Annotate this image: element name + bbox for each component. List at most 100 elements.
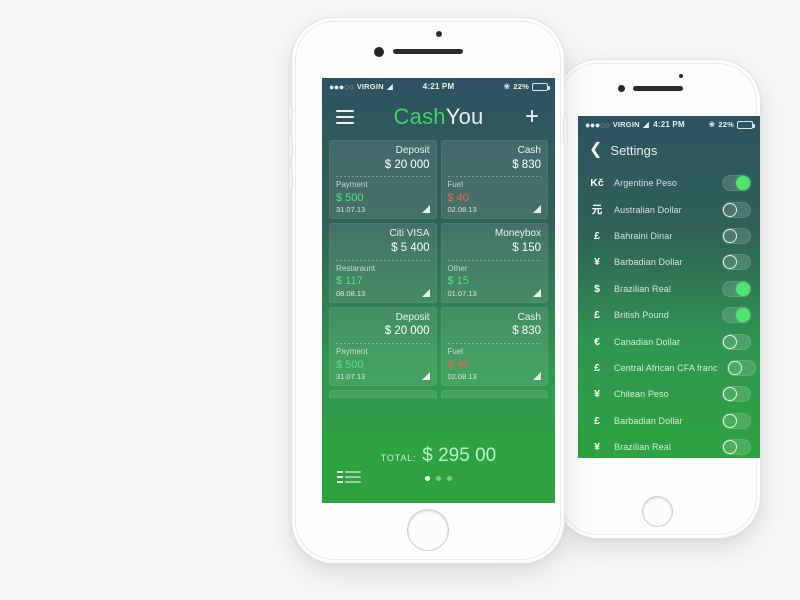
card-date: 08.08.13 xyxy=(336,288,366,298)
card-balance: $ 5 400 xyxy=(391,241,430,254)
card-amount: $ 40 xyxy=(447,358,469,371)
account-card[interactable]: Cash $ 830 Fuel $ 40 02.08.13 xyxy=(440,306,548,387)
currency-toggle[interactable] xyxy=(722,280,751,297)
currency-symbol-icon: £ xyxy=(594,309,600,322)
front-camera xyxy=(618,85,625,92)
account-card[interactable]: Citi VISA $ 5 400 Restaraunt $ 117 08.08.13 xyxy=(329,223,437,303)
currency-symbol-icon: £ xyxy=(594,361,600,374)
currency-name: Barbadian Dollar xyxy=(614,257,683,268)
fold-corner-icon[interactable] xyxy=(533,288,541,297)
currency-row[interactable]: $ Brazilian Real xyxy=(578,276,760,302)
app-title-cash: Cash xyxy=(393,104,446,129)
account-card[interactable]: Moneybox $ 150 Other $ 15 01.07.13 xyxy=(440,223,548,303)
card-divider xyxy=(336,343,430,345)
currency-row[interactable]: £ British Pound xyxy=(578,302,760,328)
currency-toggle[interactable] xyxy=(726,359,756,376)
total-line: TOTAL: $ 295 00 xyxy=(322,431,555,467)
clock-label: 4:21 PM xyxy=(653,120,685,129)
power-button[interactable] xyxy=(564,118,567,144)
hamburger-menu-icon[interactable] xyxy=(336,110,354,124)
card-category: Fuel xyxy=(447,180,464,190)
currency-row[interactable]: £ Central African CFA franc xyxy=(578,355,760,381)
card-amount: $ 40 xyxy=(447,191,469,204)
home-button[interactable] xyxy=(407,509,449,551)
currency-symbol-icon: £ xyxy=(594,414,600,427)
account-card[interactable]: Deposit $ 20 000 Payment $ 500 31.07.13 xyxy=(329,140,437,220)
currency-symbol-icon: £ xyxy=(594,229,600,242)
page-dot[interactable] xyxy=(436,476,441,481)
plus-icon[interactable]: + xyxy=(523,105,541,129)
currency-toggle[interactable] xyxy=(722,175,751,192)
card-category: Other xyxy=(447,263,468,273)
currency-toggle[interactable] xyxy=(722,307,751,324)
signal-strength-icon: ●●●○○ xyxy=(585,119,610,130)
fold-corner-icon[interactable] xyxy=(421,205,430,214)
account-card-clipped[interactable] xyxy=(440,390,548,399)
currency-toggle[interactable] xyxy=(722,201,751,218)
currency-toggle[interactable] xyxy=(722,227,751,244)
currency-row[interactable]: € Canadian Dollar xyxy=(578,328,760,354)
mute-switch[interactable] xyxy=(289,106,292,120)
fold-corner-icon[interactable] xyxy=(533,205,541,214)
currency-row[interactable]: Kč Argentine Peso xyxy=(578,170,760,196)
card-account-name: Cash xyxy=(517,311,541,323)
earpiece-speaker xyxy=(393,49,463,54)
mockup-stage: ●●●○○ VIRGIN ◢ 4:21 PM ❀ 22% ❮ Settings … xyxy=(0,0,800,600)
currency-toggle[interactable] xyxy=(722,412,751,429)
app-screen-accounts: ●●●○○ VIRGIN ◢ 4:21 PM ❀ 22% CashYou + D… xyxy=(322,78,555,503)
app-title-you: You xyxy=(445,104,484,129)
account-card-clipped[interactable] xyxy=(329,390,437,399)
card-footer: 02.08.13 xyxy=(448,372,541,381)
page-dot[interactable] xyxy=(425,476,430,481)
currency-row[interactable]: ¥ Brazilian Real xyxy=(578,434,760,458)
currency-toggle[interactable] xyxy=(722,386,751,403)
currency-row[interactable]: £ Barbadian Dollar xyxy=(578,408,760,434)
carrier-label: VIRGIN xyxy=(356,82,384,91)
status-bar-left: ●●●○○ VIRGIN ◢ 4:21 PM ❀ 22% xyxy=(322,78,555,95)
chevron-left-icon[interactable]: ❮ xyxy=(589,142,602,158)
account-card[interactable]: Cash $ 830 Fuel $ 40 02.08.13 xyxy=(440,140,548,220)
app-screen-settings: ●●●○○ VIRGIN ◢ 4:21 PM ❀ 22% ❮ Settings … xyxy=(578,116,760,458)
battery-icon xyxy=(737,120,756,129)
volume-up-button[interactable] xyxy=(289,136,292,158)
currency-row[interactable]: 元 Australian Dollar xyxy=(578,196,760,222)
home-button[interactable] xyxy=(642,496,673,527)
card-account-name: Cash xyxy=(517,145,541,156)
fold-corner-icon[interactable] xyxy=(533,372,541,381)
currency-toggle[interactable] xyxy=(722,333,751,350)
page-title: Settings xyxy=(610,142,658,158)
card-account-name: Citi VISA xyxy=(389,228,430,240)
phone-device-left: ●●●○○ VIRGIN ◢ 4:21 PM ❀ 22% CashYou + D… xyxy=(289,18,567,563)
battery-percent-label: 22% xyxy=(513,82,530,91)
list-view-icon[interactable] xyxy=(337,471,361,483)
card-category: Fuel xyxy=(447,347,464,357)
proximity-sensor xyxy=(436,31,442,37)
fold-corner-icon[interactable] xyxy=(421,372,430,381)
account-card[interactable]: Deposit $ 20 000 Payment $ 500 31.07.13 xyxy=(329,306,437,387)
card-amount: $ 500 xyxy=(336,358,364,371)
toggle-knob xyxy=(736,308,750,323)
currency-row[interactable]: £ Bahraini Dinar xyxy=(578,223,760,249)
phone-device-right: ●●●○○ VIRGIN ◢ 4:21 PM ❀ 22% ❮ Settings … xyxy=(556,60,760,538)
toggle-knob xyxy=(723,440,737,455)
page-dot[interactable] xyxy=(447,476,452,481)
currency-name: Brazilian Real xyxy=(614,442,671,453)
currency-list[interactable]: Kč Argentine Peso 元 Australian Dollar £ Bahra… xyxy=(578,167,760,458)
card-balance: $ 830 xyxy=(512,158,541,171)
card-header: Citi VISA $ 5 400 xyxy=(336,228,430,255)
currency-name: Central African CFA franc xyxy=(614,362,718,373)
currency-name: Brazilian Real xyxy=(614,283,671,294)
toggle-knob xyxy=(723,334,737,349)
currency-row[interactable]: ¥ Barbadian Dollar xyxy=(578,249,760,275)
card-header: Cash $ 830 xyxy=(448,145,541,172)
card-header: Cash $ 830 xyxy=(448,311,541,339)
fold-corner-icon[interactable] xyxy=(421,288,430,297)
battery-icon xyxy=(532,82,551,91)
currency-name: Australian Dollar xyxy=(614,204,682,215)
currency-toggle[interactable] xyxy=(722,439,751,456)
card-account-name: Moneybox xyxy=(494,228,541,240)
proximity-sensor xyxy=(679,74,683,78)
currency-row[interactable]: ¥ Chilean Peso xyxy=(578,381,760,407)
currency-toggle[interactable] xyxy=(722,254,751,271)
volume-down-button[interactable] xyxy=(289,168,292,190)
